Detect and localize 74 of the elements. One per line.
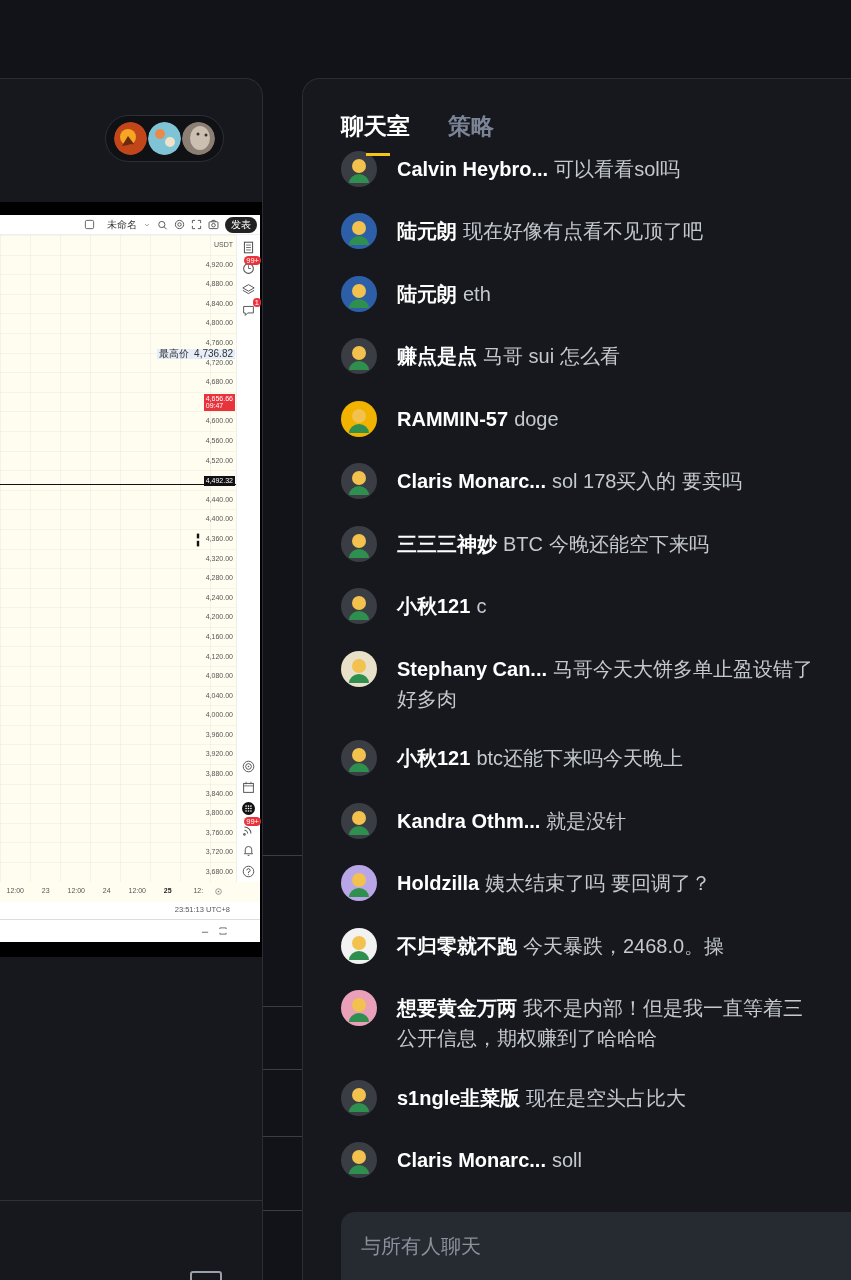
chat-icon[interactable] [242,304,255,317]
message-text: eth [463,282,491,305]
avatar-icon[interactable] [341,1142,377,1178]
document-icon[interactable] [242,241,255,254]
message-text: 我不是内部！但是我一直等着三 [523,997,803,1019]
publish-button[interactable]: 发表 [225,216,257,233]
message-text: 公开信息，期权赚到了哈哈哈 [397,1026,658,1051]
user-name[interactable]: RAMMIN-57 [397,407,509,430]
avatar-icon[interactable] [341,463,377,499]
message-text: 今天暴跌，2468.0。操 [523,934,725,957]
avatar-icon[interactable] [341,400,377,437]
bell-icon[interactable] [242,843,255,857]
grid-icon[interactable] [242,801,255,815]
chat-input-field[interactable]: 与所有人聊天 [341,1212,851,1280]
user-name[interactable]: Stephany Can... [397,657,548,680]
avatar-icon[interactable] [341,927,377,964]
message-text: 好多肉 [397,686,458,712]
avatar-icon[interactable] [341,213,377,249]
user-name[interactable]: Claris Monarc... [397,470,546,492]
avatar-icon[interactable] [341,338,377,374]
message-text: sol 178买入的 要卖吗 [551,470,742,492]
avatar-picture[interactable] [182,122,215,155]
user-name[interactable]: 小秋121 [397,747,471,769]
avatar-icon[interactable] [341,990,377,1026]
user-name[interactable]: s1ngle韭菜版 [397,1086,521,1109]
message-text: btc还能下来吗今天晚上 [476,747,684,769]
message-text: 就是没针 [546,809,627,832]
message-text: 现在好像有点看不见顶了吧 [463,220,703,242]
settings-icon[interactable] [174,219,185,230]
price-tag: 最高价 4,736.82 [156,348,235,359]
target-icon[interactable] [242,759,255,773]
message-text: 现在是空头占比大 [526,1086,687,1109]
avatar-icon[interactable] [341,865,377,901]
avatar-icon[interactable] [341,525,377,562]
magnifier-icon[interactable] [157,219,168,230]
fullscreen-icon[interactable] [191,219,202,230]
checkbox-icon[interactable] [84,219,95,230]
user-name[interactable]: 三三三神妙 [397,532,497,555]
clock-icon[interactable] [242,262,255,275]
user-name[interactable]: 不归零就不跑 [397,934,517,957]
user-name[interactable]: 陆元朗 [397,282,457,305]
message-text: soll [551,1149,582,1171]
user-name[interactable]: Calvin Heybro... [397,157,549,180]
avatar-icon[interactable] [341,802,377,839]
layers-icon[interactable] [242,283,255,296]
chart-title[interactable]: 未命名 [107,217,137,232]
message-text: 姨太结束了吗 要回调了？ [485,872,711,894]
avatar-icon[interactable] [341,740,377,776]
message-text: BTC 今晚还能空下来吗 [503,532,709,555]
message-text: 可以看看sol吗 [554,157,680,180]
user-name[interactable]: Holdzilla [397,872,480,894]
avatar-icon[interactable] [341,150,377,187]
user-name[interactable]: 赚点是点 [397,345,477,367]
avatar-icon[interactable] [341,588,377,624]
message-text: c [476,595,487,617]
calendar-icon[interactable] [242,780,255,794]
chat-tab[interactable]: 聊天室 [341,109,410,156]
avatar-icon[interactable] [341,1079,377,1116]
user-name[interactable]: 小秋121 [397,595,471,617]
screen-icon[interactable] [190,1271,222,1280]
camera-icon[interactable] [208,219,219,230]
user-name[interactable]: Kandra Othm... [397,809,541,832]
user-name[interactable]: 想要黄金万两 [397,997,517,1019]
avatar-icon[interactable] [341,275,377,312]
message-text: 马哥今天大饼多单止盈设错了 [553,657,814,680]
message-text: doge [514,407,559,430]
avatar-icon[interactable] [341,650,377,687]
message-text: 马哥 sui 怎么看 [483,345,620,367]
help-icon[interactable] [242,864,255,878]
avatar-picture[interactable] [114,122,147,155]
user-name[interactable]: Claris Monarc... [397,1149,546,1171]
chat-tab[interactable]: 策略 [448,109,494,156]
user-name[interactable]: 陆元朗 [397,220,457,242]
avatar-picture[interactable] [148,122,181,155]
